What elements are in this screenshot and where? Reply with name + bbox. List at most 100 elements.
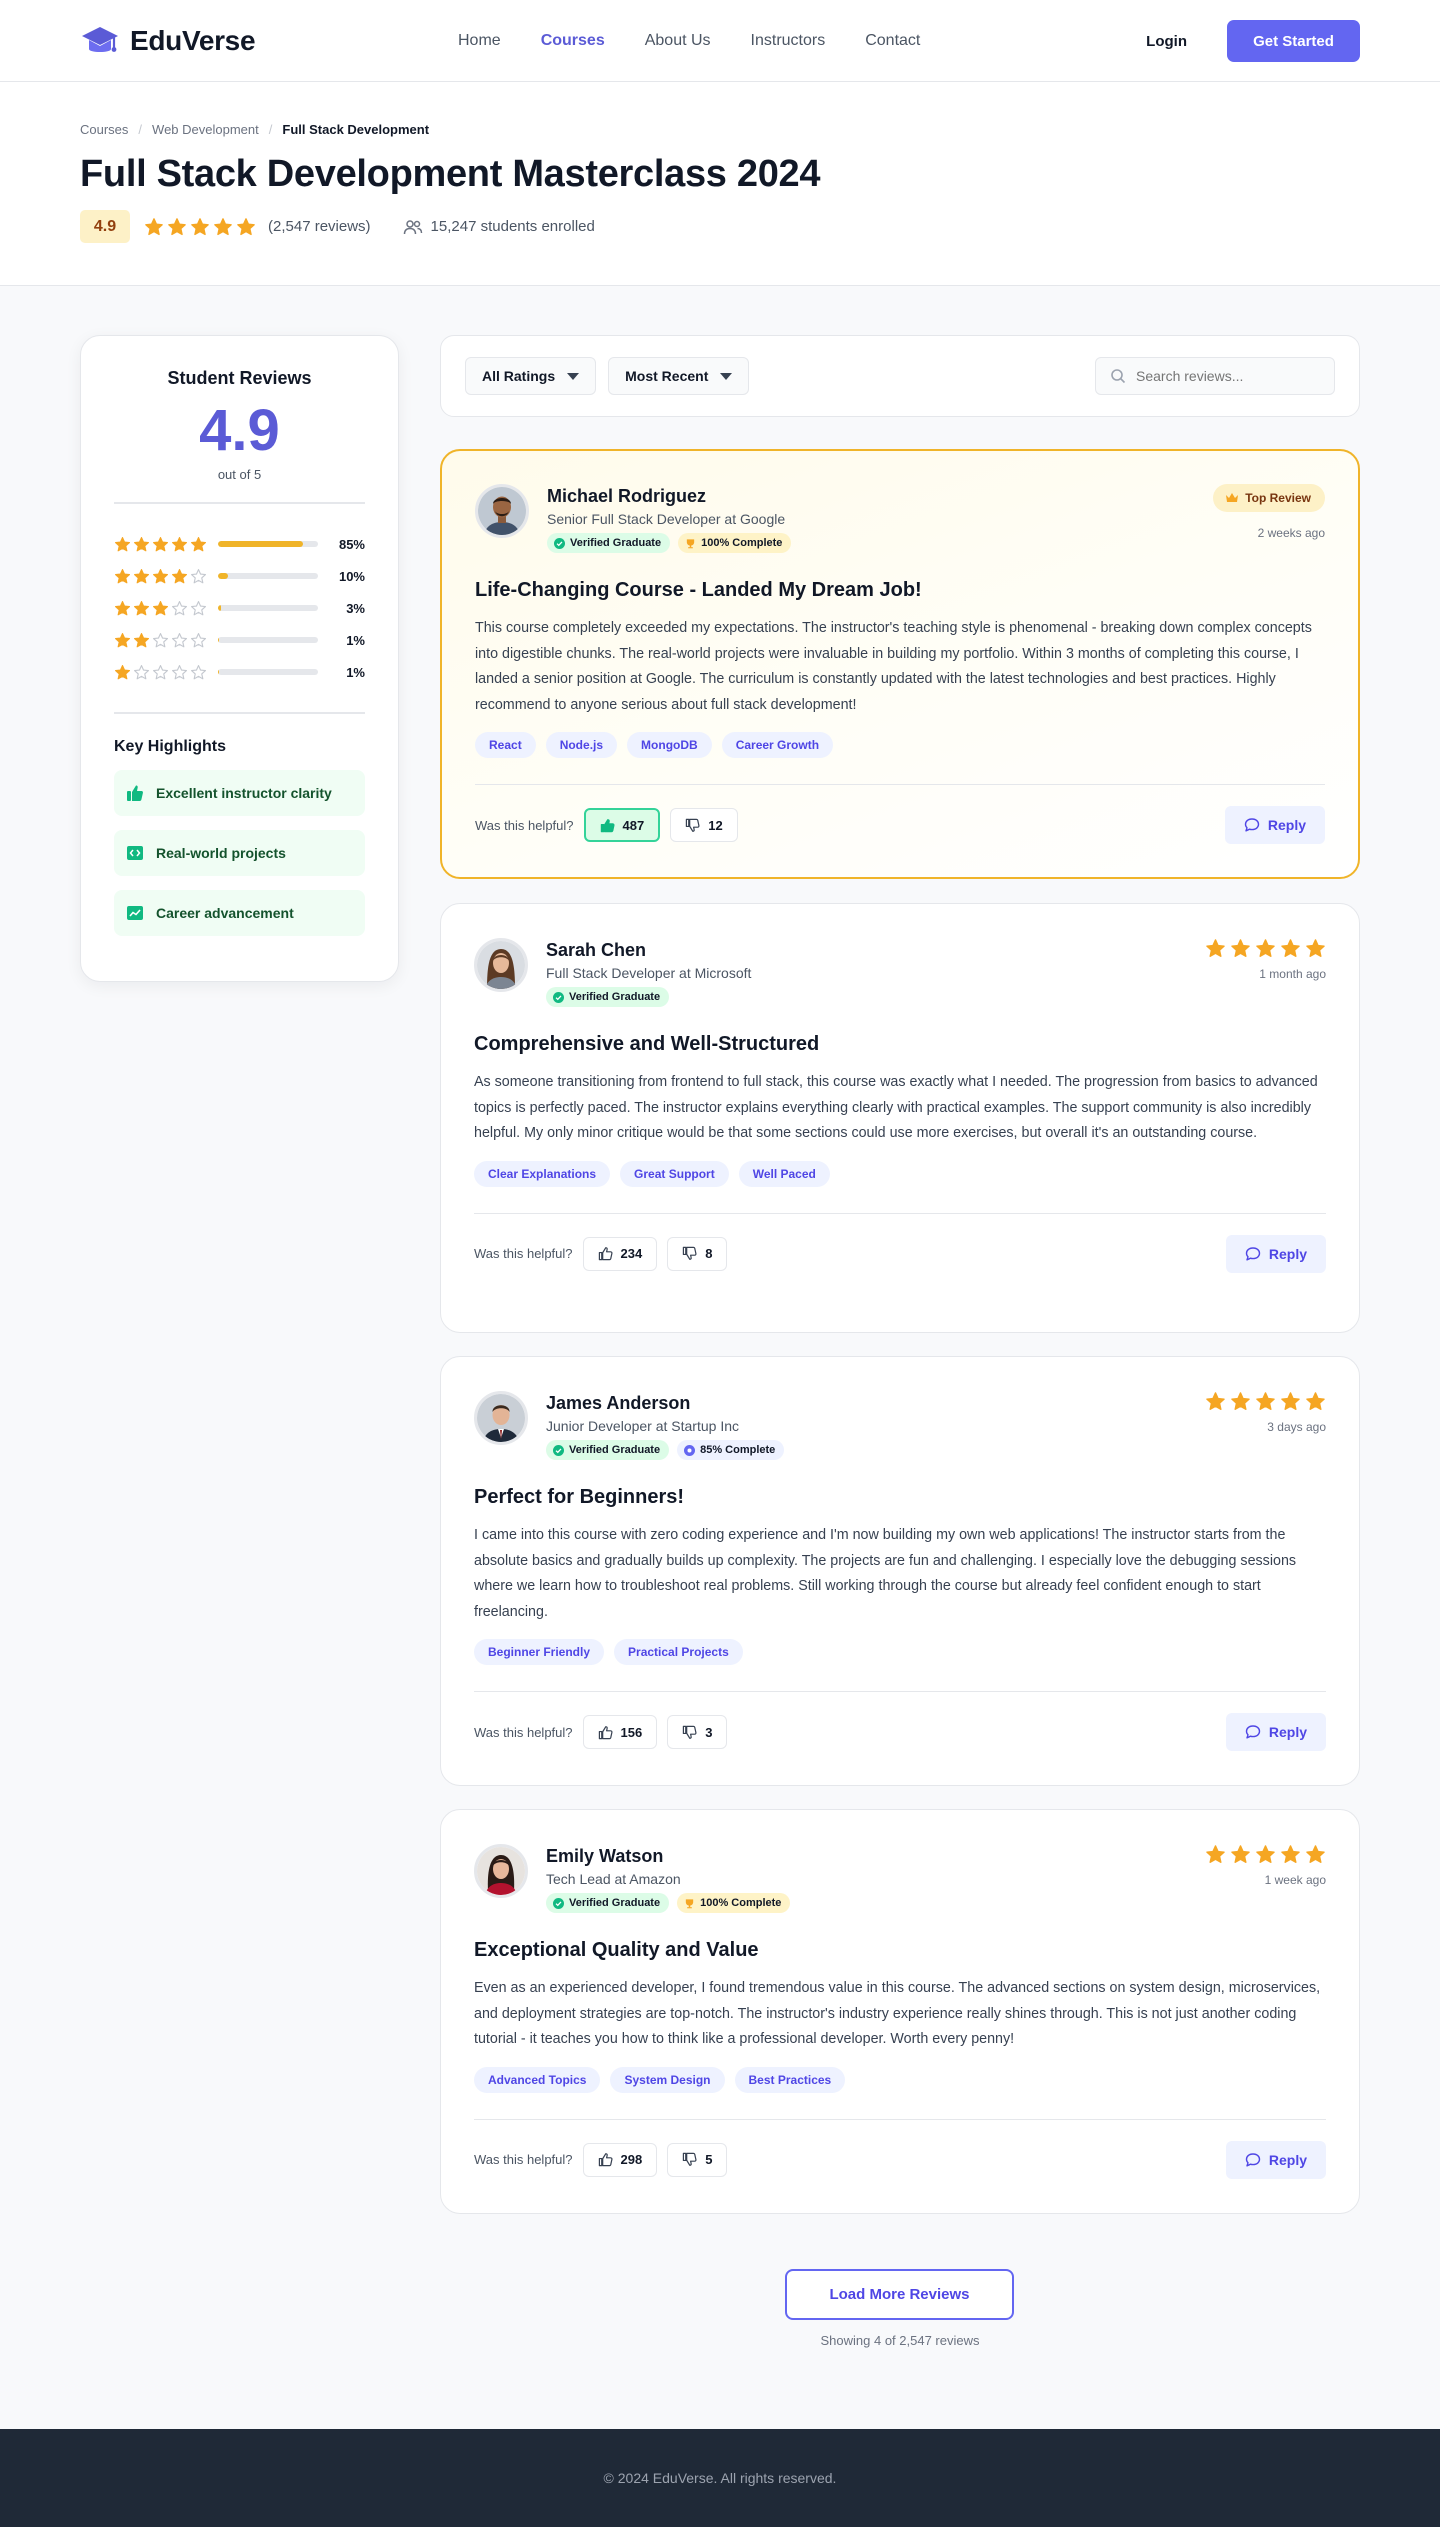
review-tag[interactable]: Great Support	[620, 1160, 729, 1187]
star-empty-icon	[190, 632, 207, 647]
reply-label: Reply	[1268, 1245, 1307, 1262]
badge-verified: Verified Graduate	[547, 533, 671, 553]
footer: © 2024 EduVerse. All rights reserved.	[0, 2429, 1440, 2527]
users-icon	[403, 219, 422, 234]
load-more-button[interactable]: Load More Reviews	[785, 2269, 1014, 2320]
helpful-no-button[interactable]: 3	[667, 1715, 728, 1749]
star-filled-icon	[152, 568, 169, 583]
get-started-button[interactable]: Get Started	[1227, 20, 1360, 62]
helpful-yes-button[interactable]: 487	[583, 808, 661, 842]
breadcrumb-courses[interactable]: Courses	[80, 122, 128, 137]
reviewer-name: James Anderson	[546, 1393, 691, 1413]
review-tag[interactable]: Best Practices	[734, 2066, 846, 2093]
review-tag[interactable]: React	[475, 732, 536, 758]
reviewer-info: James Anderson Junior Developer at Startu…	[546, 1391, 785, 1460]
breadcrumb-web-development[interactable]: Web Development	[152, 122, 259, 137]
thumbs-down-icon	[683, 1725, 697, 1739]
review-date: 1 month ago	[1259, 967, 1326, 981]
reviewer-role: Full Stack Developer at Microsoft	[546, 965, 752, 981]
review-tag[interactable]: Beginner Friendly	[474, 1639, 605, 1665]
star-filled-icon	[133, 600, 150, 615]
distribution-row-1-star: 1%	[114, 656, 365, 688]
review-tag[interactable]: Practical Projects	[614, 1639, 743, 1665]
helpful-yes-button[interactable]: 234	[582, 1236, 658, 1271]
review-tag[interactable]: System Design	[610, 2066, 725, 2093]
star-filled-icon	[171, 568, 188, 583]
nav-link-courses[interactable]: Courses	[541, 32, 605, 50]
reply-button[interactable]: Reply	[1224, 806, 1325, 844]
reply-button[interactable]: Reply	[1225, 1713, 1326, 1751]
helpful-label: Was this helpful?	[475, 817, 574, 833]
star-empty-icon	[133, 664, 150, 679]
distribution-percent: 1%	[346, 632, 365, 648]
nav-link-home[interactable]: Home	[458, 32, 501, 50]
thumbs-down-icon	[683, 2152, 697, 2166]
reviewer-role: Senior Full Stack Developer at Google	[547, 511, 786, 527]
distribution-percent: 3%	[346, 600, 365, 616]
review-summary-panel: Student Reviews 4.9 out of 5 85% 10% 3% 1% 1…	[80, 335, 399, 982]
breadcrumb-separator: /	[138, 122, 143, 137]
distribution-row-4-star: 10%	[114, 560, 365, 592]
sort-select[interactable]: Most Recent	[608, 357, 750, 395]
review-tag[interactable]: Career Growth	[721, 732, 834, 758]
showing-count: Showing 4 of 2,547 reviews	[820, 2333, 980, 2348]
progress-icon	[684, 1444, 696, 1456]
reply-button[interactable]: Reply	[1225, 2140, 1326, 2179]
star-filled-icon	[1231, 939, 1250, 957]
check-circle-icon	[553, 1897, 564, 1909]
check-circle-icon	[553, 991, 564, 1003]
brand[interactable]: EduVerse	[80, 21, 256, 61]
helpful-label: Was this helpful?	[474, 1246, 573, 1261]
graduation-cap-icon	[82, 26, 118, 52]
review-header: James Anderson Junior Developer at Startu…	[474, 1391, 1326, 1460]
review-tag[interactable]: Advanced Topics	[474, 2066, 601, 2093]
search-input[interactable]	[1136, 368, 1316, 384]
helpful-no-button[interactable]: 8	[667, 1236, 728, 1271]
highlight-label: Excellent instructor clarity	[156, 785, 332, 801]
nav-link-instructors[interactable]: Instructors	[751, 32, 826, 50]
review-tag[interactable]: Node.js	[545, 732, 618, 758]
helpful-yes-button[interactable]: 298	[582, 2142, 658, 2177]
review-count: (2,547 reviews)	[268, 218, 371, 235]
review-actions: Was this helpful? 234 8 Reply	[474, 1214, 1326, 1294]
avatar	[474, 1391, 528, 1445]
thumbs-down-icon	[686, 818, 700, 832]
distribution-bar	[218, 637, 318, 643]
review-body: Even as an experienced developer, I foun…	[474, 1980, 1321, 2047]
helpful-label: Was this helpful?	[474, 1724, 573, 1740]
check-circle-icon	[553, 1444, 564, 1456]
review-star-rating	[1205, 938, 1326, 959]
review-meta: 3 days ago	[1205, 1391, 1326, 1434]
breadcrumb-current: Full Stack Development	[282, 122, 430, 137]
nav-link-about-us[interactable]: About Us	[645, 32, 711, 50]
review-tag[interactable]: MongoDB	[627, 732, 712, 758]
rating-filter-select[interactable]: All Ratings	[465, 357, 597, 395]
review-title: Exceptional Quality and Value	[474, 1939, 759, 1961]
reply-button[interactable]: Reply	[1225, 1234, 1326, 1273]
review-tag[interactable]: Clear Explanations	[474, 1160, 611, 1187]
breadcrumb: Courses / Web Development / Full Stack D…	[80, 122, 1360, 137]
reviewer-info: Sarah Chen Full Stack Developer at Micros…	[546, 938, 751, 1007]
distribution-stars	[114, 600, 214, 617]
star-filled-icon	[152, 536, 169, 551]
review-date: 3 days ago	[1267, 1420, 1326, 1434]
review-tags: Beginner Friendly Practical Projects	[474, 1639, 1326, 1665]
reviewer-badges: Verified Graduate	[546, 987, 751, 1007]
reviewer-badges: Verified Graduate 100% Complete	[546, 1893, 791, 1913]
course-rating-row: 4.9 (2,547 reviews) 15,247 students enro…	[80, 210, 1360, 243]
review-card: Sarah Chen Full Stack Developer at Micros…	[440, 903, 1360, 1333]
search-icon	[1111, 369, 1126, 384]
helpful-yes-button[interactable]: 156	[582, 1715, 658, 1749]
review-actions: Was this helpful? 156 3 Reply	[474, 1692, 1326, 1772]
thumbs-up-icon	[127, 785, 143, 801]
helpful-no-button[interactable]: 12	[670, 808, 738, 842]
login-button[interactable]: Login	[1146, 33, 1187, 50]
review-meta: 1 month ago	[1205, 938, 1326, 981]
helpful-yes-count: 298	[620, 2152, 643, 2167]
review-tag[interactable]: Well Paced	[738, 1160, 830, 1187]
nav-link-contact[interactable]: Contact	[865, 32, 920, 50]
thumbs-up-icon	[598, 2153, 613, 2167]
helpful-no-button[interactable]: 5	[667, 2142, 728, 2177]
reply-label: Reply	[1268, 1724, 1307, 1740]
review-header: Michael Rodriguez Senior Full Stack Devel…	[475, 484, 1325, 553]
